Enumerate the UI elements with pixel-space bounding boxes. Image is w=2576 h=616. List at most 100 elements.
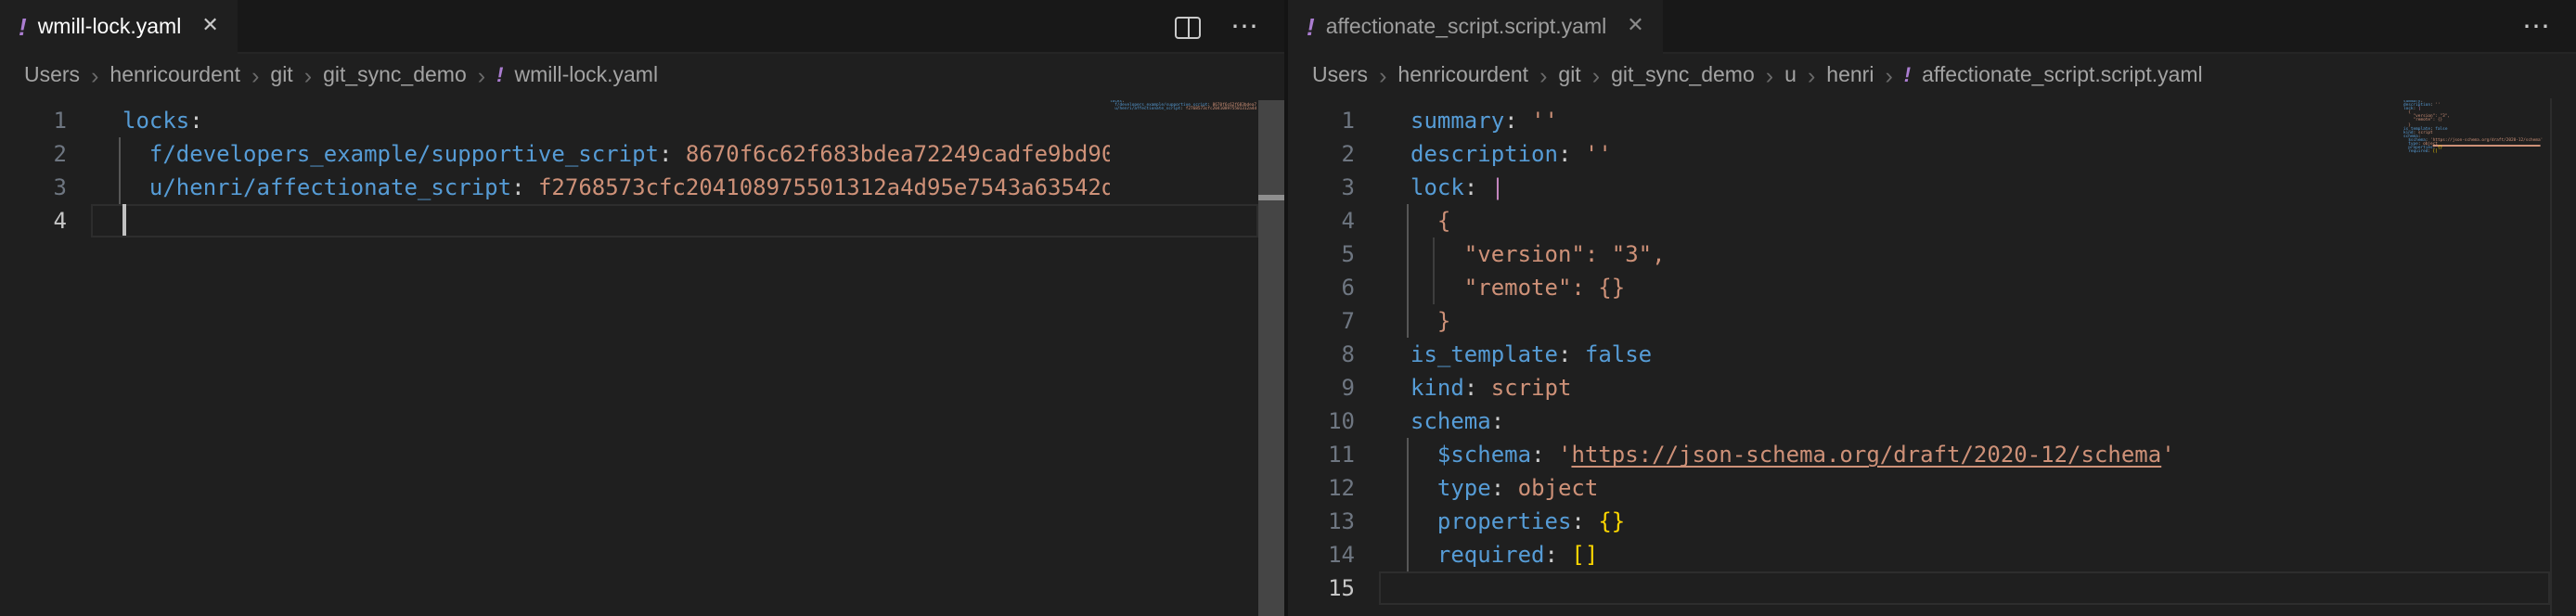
line-number: 3 [0, 171, 67, 204]
breadcrumb-item-file[interactable]: wmill-lock.yaml [514, 65, 658, 87]
tab-title: wmill-lock.yaml [38, 16, 182, 38]
code-token: '' [2435, 102, 2440, 108]
tab-bar-left: ! wmill-lock.yaml ✕ ⋯ [0, 0, 1284, 54]
code-line[interactable]: 1summary: '' [1288, 104, 2403, 137]
code-token: { [1410, 208, 1450, 234]
chevron-right-icon: › [1592, 63, 1600, 89]
code-line[interactable]: 14 required: [] [1288, 538, 2403, 571]
breadcrumb-item[interactable]: git_sync_demo [1611, 65, 1755, 87]
breadcrumb-item[interactable]: git [1558, 65, 1580, 87]
code-token [1410, 542, 1437, 568]
line-number: 3 [1288, 171, 1355, 204]
code-line[interactable]: 9 kind: script [1288, 371, 2403, 404]
code-token: summary [1410, 108, 1504, 134]
code-token: required [2408, 148, 2428, 154]
split-editor-icon[interactable] [1175, 16, 1201, 38]
minimap[interactable]: locks: f/developers_example/supportive_s… [1110, 100, 1256, 116]
code-token: https://json-schema.org/draft/2020-12/sc… [1571, 442, 2161, 468]
code-line[interactable]: 13 properties: {} [1288, 505, 2403, 538]
code-token: : [1558, 341, 1585, 367]
chevron-right-icon: › [1539, 63, 1547, 89]
line-number: 14 [1288, 538, 1355, 571]
code-line[interactable]: 2 f/developers_example/supportive_script… [0, 137, 1110, 171]
vscode-window: ! wmill-lock.yaml ✕ ⋯ Users › henricourden… [0, 0, 2576, 616]
code-token: object [1518, 475, 1599, 501]
chevron-right-icon: › [1808, 63, 1815, 89]
code-line[interactable]: 4 { [1288, 204, 2403, 237]
code-token: : [1491, 408, 1504, 434]
code-line[interactable]: 2description: '' [1288, 137, 2403, 171]
code-token: : [1504, 108, 1531, 134]
line-number: 2 [0, 137, 67, 171]
code-token: lock [1410, 174, 1464, 200]
breadcrumb-item[interactable]: henricourdent [109, 65, 240, 87]
code-line[interactable]: 8is_template: false [1288, 338, 2403, 371]
code-token: {} [1598, 508, 1625, 534]
code-token: type [1437, 475, 1491, 501]
close-icon[interactable]: ✕ [1627, 17, 1643, 37]
code-line[interactable]: 3lock: | [1288, 171, 2403, 204]
breadcrumb-item[interactable]: henri [1826, 65, 1874, 87]
code-token [122, 141, 149, 167]
line-number: 4 [0, 204, 67, 237]
code-line[interactable]: 5 "version": "3", [1288, 237, 2403, 271]
line-number: 1 [1288, 104, 1355, 137]
code-line[interactable]: 7 } [1288, 304, 2403, 338]
editor-group-right: ! affectionate_script.script.yaml ✕ ⋯ Us… [1288, 0, 2576, 616]
breadcrumb-item-file[interactable]: affectionate_script.script.yaml [1922, 65, 2203, 87]
minimap[interactable]: summary: ''description: ''lock: | { "ver… [2403, 100, 2550, 159]
code-line[interactable]: 1locks: [0, 104, 1110, 137]
code-text: is_template: false [1410, 338, 1652, 371]
code-token: : [1545, 542, 1572, 568]
breadcrumb-item[interactable]: u [1784, 65, 1797, 87]
code-token: required [1437, 542, 1545, 568]
scrollbar[interactable] [1258, 100, 1284, 616]
code-token: ' [2161, 442, 2174, 468]
code-line[interactable]: 4 [0, 204, 1110, 237]
code-token: properties [1437, 508, 1572, 534]
yaml-file-icon: ! [1904, 65, 1911, 87]
line-number: 2 [1288, 137, 1355, 171]
code-line[interactable]: 6 "remote": {} [1288, 271, 2403, 304]
chevron-right-icon: › [91, 63, 98, 89]
code-area[interactable]: 1summary: ''2description: ''3lock: |4 {5… [1288, 104, 2403, 616]
code-token: u/henri/affectionate_script [1114, 106, 1180, 111]
code-line[interactable]: 15 [1288, 571, 2403, 605]
code-line[interactable]: 11 $schema: 'https://json-schema.org/dra… [1288, 438, 2403, 471]
breadcrumb-item[interactable]: git_sync_demo [323, 65, 467, 87]
line-number: 4 [1288, 204, 1355, 237]
code-text: kind: script [1410, 371, 1571, 404]
code-token: false [2435, 125, 2447, 131]
editor-right[interactable]: 1summary: ''2description: ''3lock: |4 {5… [1288, 98, 2576, 616]
tab-wmill-lock[interactable]: ! wmill-lock.yaml ✕ [0, 0, 238, 54]
line-number: 11 [1288, 438, 1355, 471]
tab-affectionate-script[interactable]: ! affectionate_script.script.yaml ✕ [1288, 0, 1663, 54]
code-token: kind [1410, 375, 1464, 401]
breadcrumb-item[interactable]: henricourdent [1397, 65, 1528, 87]
line-number: 10 [1288, 404, 1355, 438]
more-actions-icon[interactable]: ⋯ [2522, 13, 2552, 41]
yaml-file-icon: ! [496, 65, 503, 87]
editor-actions-right: ⋯ [2522, 0, 2552, 54]
code-text: schema: [1410, 404, 1504, 438]
code-token: u/henri/affectionate_script [149, 174, 511, 200]
breadcrumb-item[interactable]: git [270, 65, 292, 87]
close-icon[interactable]: ✕ [201, 17, 218, 37]
more-actions-icon[interactable]: ⋯ [1230, 13, 1260, 41]
yaml-file-icon: ! [1307, 15, 1315, 39]
code-token: [] [1571, 542, 1598, 568]
editor-left[interactable]: 1locks:2 f/developers_example/supportive… [0, 98, 1284, 616]
breadcrumb-item[interactable]: Users [24, 65, 80, 87]
code-area[interactable]: 1locks:2 f/developers_example/supportive… [0, 104, 1110, 616]
breadcrumb-item[interactable]: Users [1312, 65, 1368, 87]
code-token: } [1410, 308, 1450, 334]
code-token: is_template [1410, 341, 1558, 367]
code-token: "remote": {} [1410, 275, 1625, 301]
code-line[interactable]: 10 schema: [1288, 404, 2403, 438]
line-number: 9 [1288, 371, 1355, 404]
code-token: ' [2541, 137, 2544, 143]
scrollbar-track[interactable] [2550, 98, 2576, 616]
code-line[interactable]: 3 u/henri/affectionate_script: f2768573c… [0, 171, 1110, 204]
code-text: } [1410, 304, 1450, 338]
code-line[interactable]: 12 type: object [1288, 471, 2403, 505]
